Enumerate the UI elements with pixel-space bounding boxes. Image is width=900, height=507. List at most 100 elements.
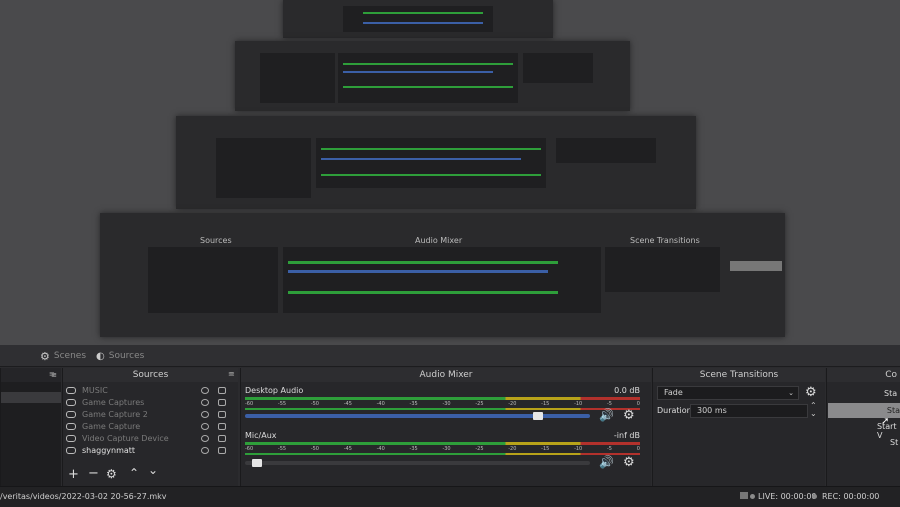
meter-tick-label: -40 (376, 401, 385, 407)
rec-indicator-icon (812, 494, 817, 499)
meter-tick-label: -10 (574, 446, 583, 452)
fader-knob[interactable] (251, 459, 262, 467)
duration-input[interactable]: 300 ms (690, 404, 808, 418)
sources-dock-title: Sources (63, 368, 238, 382)
monitor-icon (66, 447, 76, 454)
meter-tick-label: -35 (409, 446, 418, 452)
dock-menu-icon[interactable]: ≡ (229, 370, 235, 378)
visibility-eye-icon[interactable] (201, 411, 209, 418)
meter-tick-label: -15 (541, 401, 550, 407)
meter-tick-label: -45 (343, 446, 352, 452)
source-label: Game Capture (82, 422, 141, 431)
gear-icon: ⚙ (40, 349, 50, 363)
meter-tick-label: -30 (442, 401, 451, 407)
meter-tick-label: -5 (606, 401, 612, 407)
mirror-level-1: Sources Audio Mixer Scene Transitions (100, 213, 785, 337)
meter-tick-label: -5 (606, 446, 612, 452)
studio-mode-button[interactable]: St (890, 438, 898, 447)
gamepad-icon (66, 423, 76, 430)
gear-icon[interactable]: ⚙ (623, 408, 635, 423)
source-properties-gear-icon[interactable]: ⚙ (106, 467, 117, 481)
source-label: shaggynmatt (82, 446, 136, 455)
add-source-button[interactable]: + (68, 467, 79, 482)
visibility-eye-icon[interactable] (201, 423, 209, 430)
stepper-down-icon[interactable]: ⌄ (810, 409, 817, 418)
meter-tick-label: 0 (636, 401, 640, 407)
source-item[interactable]: Video Capture Device (66, 433, 169, 444)
meter-tick-label: -45 (343, 401, 352, 407)
lock-icon[interactable] (218, 447, 226, 454)
source-item[interactable]: MUSIC (66, 385, 108, 396)
transition-select[interactable]: Fade ⌄ (657, 386, 799, 400)
move-down-icon[interactable]: ⌄ (148, 463, 158, 477)
meter-tick-label: -35 (409, 401, 418, 407)
visibility-eye-icon[interactable] (201, 387, 209, 394)
channel-label: Desktop Audio (245, 386, 304, 395)
gamepad-icon (66, 411, 76, 418)
channel-db: -inf dB (613, 431, 640, 440)
move-up-icon[interactable]: ⌃ (129, 466, 139, 480)
visibility-eye-icon[interactable] (201, 435, 209, 442)
lock-icon[interactable] (218, 399, 226, 406)
live-indicator-icon (750, 494, 755, 499)
speaker-icon[interactable]: 🔊 (599, 408, 614, 422)
gear-icon[interactable]: ⚙ (623, 455, 635, 470)
mixer-channel-desktop: Desktop Audio 0.0 dB -60 -55 -50 -45 -40 -35-… (245, 386, 640, 426)
speaker-icon[interactable]: 🔊 (599, 455, 614, 469)
scene-transitions-title: Scene Transitions (653, 368, 825, 382)
meter-tick-label: -20 (508, 446, 517, 452)
lock-icon[interactable] (218, 435, 226, 442)
live-timer: LIVE: 00:00:00 (758, 492, 817, 501)
duration-label: Duration (657, 406, 692, 415)
source-label: MUSIC (82, 386, 108, 395)
meter-tick-label: -20 (508, 401, 517, 407)
tab-scenes[interactable]: ⚙ Scenes (40, 348, 86, 364)
sources-icon: ◐ (96, 350, 105, 362)
source-item[interactable]: Game Capture 2 (66, 409, 148, 420)
meter-tick-label: -60 (245, 446, 254, 452)
volume-meter (245, 442, 640, 445)
scenes-dock: ≡ (0, 368, 61, 486)
gamepad-icon (66, 435, 76, 442)
volume-meter (245, 397, 640, 400)
lock-icon[interactable] (218, 387, 226, 394)
channel-label: Mic/Aux (245, 431, 277, 440)
volume-fader[interactable] (245, 461, 590, 465)
lock-icon[interactable] (218, 423, 226, 430)
source-label: Game Captures (82, 398, 145, 407)
controls-title: Co (827, 368, 900, 382)
mixer-channel-mic: Mic/Aux -inf dB -60 -55 -50 -45 -40 -35 -30 -25… (245, 431, 640, 471)
source-item[interactable]: Game Captures (66, 397, 144, 408)
gamepad-icon (66, 399, 76, 406)
channel-db: 0.0 dB (614, 386, 640, 395)
meter-tick-label: -55 (277, 401, 287, 407)
fader-knob[interactable] (533, 412, 544, 420)
gear-icon[interactable]: ⚙ (805, 385, 817, 400)
recording-path: /veritas/videos/2022-03-02 20-56-27.mkv (0, 492, 167, 501)
dock-tabs: ⚙ Scenes ◐ Sources (0, 345, 900, 367)
source-item[interactable]: Game Capture (66, 421, 140, 432)
dock-menu-icon[interactable]: ≡ (49, 370, 55, 378)
source-label: Video Capture Device (82, 434, 169, 443)
meter-tick-label: -50 (310, 446, 319, 452)
mirror-level-4 (283, 0, 553, 38)
network-icon (740, 492, 748, 499)
start-streaming-button[interactable]: Sta (884, 389, 897, 398)
scene-item-selected[interactable] (1, 392, 61, 403)
remove-source-button[interactable]: − (88, 466, 99, 481)
visibility-eye-icon[interactable] (201, 399, 209, 406)
mirror-level-3 (235, 41, 630, 111)
lock-icon[interactable] (218, 411, 226, 418)
meter-tick-label: 0 (636, 446, 640, 452)
rec-timer: REC: 00:00:00 (822, 492, 880, 501)
source-label: Game Capture 2 (82, 410, 148, 419)
mirror-level-2 (176, 116, 696, 209)
tab-sources[interactable]: ◐ Sources (96, 348, 144, 364)
meter-ticks: -60 -55 -50 -45 -40 -35 -30 -25 -20 -15 -10 -5 0 (245, 446, 640, 452)
chevron-down-icon: ⌄ (788, 389, 794, 397)
visibility-eye-icon[interactable] (201, 447, 209, 454)
meter-tick-label: -10 (574, 401, 583, 407)
source-item[interactable]: shaggynmatt (66, 445, 135, 456)
meter-tick-label: -30 (442, 446, 451, 452)
meter-tick-label: -15 (541, 446, 550, 452)
